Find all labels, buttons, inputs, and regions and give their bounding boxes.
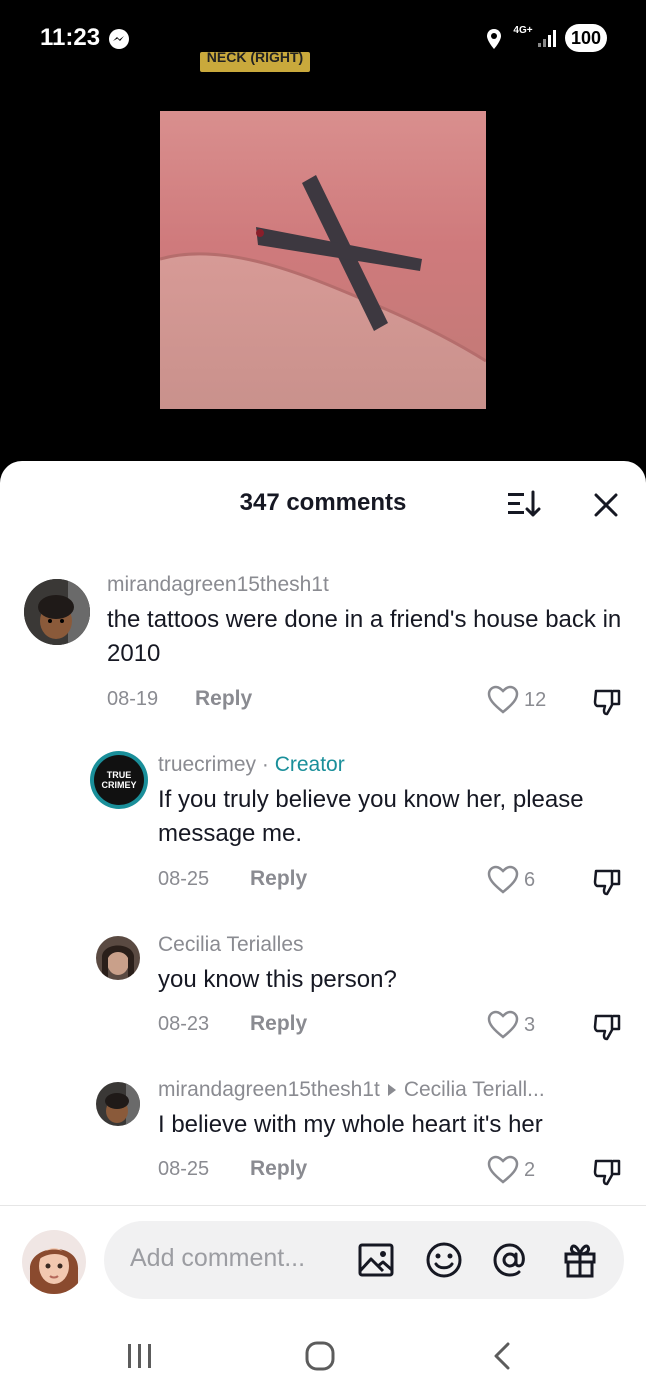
signal-icon	[538, 30, 556, 47]
reply-arrow-icon	[387, 1083, 396, 1096]
video-overlay-label: NECK (RIGHT)	[200, 52, 310, 72]
comment-date: 08-25	[158, 1158, 210, 1180]
emoji-icon[interactable]	[424, 1240, 464, 1280]
like-count: 6	[524, 869, 536, 891]
reply-button[interactable]: Reply	[250, 1012, 307, 1036]
reply-button[interactable]: Reply	[195, 687, 252, 711]
close-icon[interactable]	[590, 489, 622, 521]
comment-username[interactable]: truecrimey · Creator	[158, 753, 345, 777]
gift-icon[interactable]	[560, 1240, 600, 1280]
like-count: 2	[524, 1159, 536, 1181]
heart-icon[interactable]	[487, 865, 519, 895]
comment-input[interactable]: Add comment...	[104, 1221, 624, 1299]
battery-badge: 100	[565, 24, 607, 52]
location-icon	[487, 29, 501, 49]
comment-input-placeholder: Add comment...	[130, 1244, 306, 1272]
comment-date: 08-23	[158, 1013, 210, 1035]
messenger-icon	[109, 29, 129, 49]
comments-count-title: 347 comments	[239, 489, 407, 516]
creator-username[interactable]: truecrimey	[158, 753, 256, 776]
comment-text: you know this person?	[158, 966, 397, 993]
like-count: 12	[524, 689, 547, 711]
comment-username[interactable]: mirandagreen15thesh1t Cecilia Teriall...	[158, 1078, 545, 1102]
username-separator: ·	[256, 753, 275, 776]
avatar[interactable]	[24, 579, 90, 645]
tattoo-photo	[160, 111, 486, 409]
avatar[interactable]: TRUE CRIMEY	[90, 751, 148, 809]
avatar-image	[24, 579, 90, 645]
screen: 11:23 4G+ 100 NECK (RIGHT) 347 comments …	[0, 0, 646, 1400]
dislike-icon[interactable]	[591, 1010, 623, 1042]
dislike-icon[interactable]	[591, 1155, 623, 1187]
divider	[0, 1205, 646, 1206]
reply-username[interactable]: mirandagreen15thesh1t	[158, 1078, 380, 1101]
system-nav-bar	[0, 1318, 646, 1400]
back-icon[interactable]	[484, 1338, 520, 1374]
avatar-image	[96, 936, 140, 980]
reply-button[interactable]: Reply	[250, 1157, 307, 1181]
avatar-image	[22, 1230, 86, 1294]
recent-apps-icon[interactable]	[122, 1338, 158, 1374]
home-icon[interactable]	[302, 1338, 338, 1374]
comment-text: I believe with my whole heart it's her	[158, 1111, 543, 1138]
comment-text: the tattoos were done in a friend's hous…	[107, 606, 622, 667]
avatar-image	[96, 1082, 140, 1126]
dislike-icon[interactable]	[591, 865, 623, 897]
like-count: 3	[524, 1014, 536, 1036]
reply-button[interactable]: Reply	[250, 867, 307, 891]
network-label: 4G+	[513, 25, 533, 36]
dislike-icon[interactable]	[591, 685, 623, 717]
avatar-logo: TRUE CRIMEY	[94, 755, 144, 805]
creator-badge: Creator	[274, 753, 345, 776]
avatar[interactable]	[96, 1082, 140, 1126]
comment-username[interactable]: mirandagreen15thesh1t	[107, 573, 329, 597]
heart-icon[interactable]	[487, 685, 519, 715]
image-icon[interactable]	[356, 1240, 396, 1280]
current-user-avatar[interactable]	[22, 1230, 86, 1294]
comment-date: 08-19	[107, 688, 159, 710]
heart-icon[interactable]	[487, 1010, 519, 1040]
replied-to-username[interactable]: Cecilia Teriall...	[404, 1078, 545, 1101]
mention-icon[interactable]	[490, 1240, 530, 1280]
status-time: 11:23	[40, 24, 101, 51]
comment-date: 08-25	[158, 868, 210, 890]
heart-icon[interactable]	[487, 1155, 519, 1185]
comment-username[interactable]: Cecilia Terialles	[158, 933, 304, 957]
sort-icon[interactable]	[506, 489, 542, 519]
comments-sheet: 347 comments mirandagreen15thesh1t the t…	[0, 461, 646, 1400]
avatar[interactable]	[96, 936, 140, 980]
comment-text: If you truly believe you know her, pleas…	[158, 786, 584, 847]
